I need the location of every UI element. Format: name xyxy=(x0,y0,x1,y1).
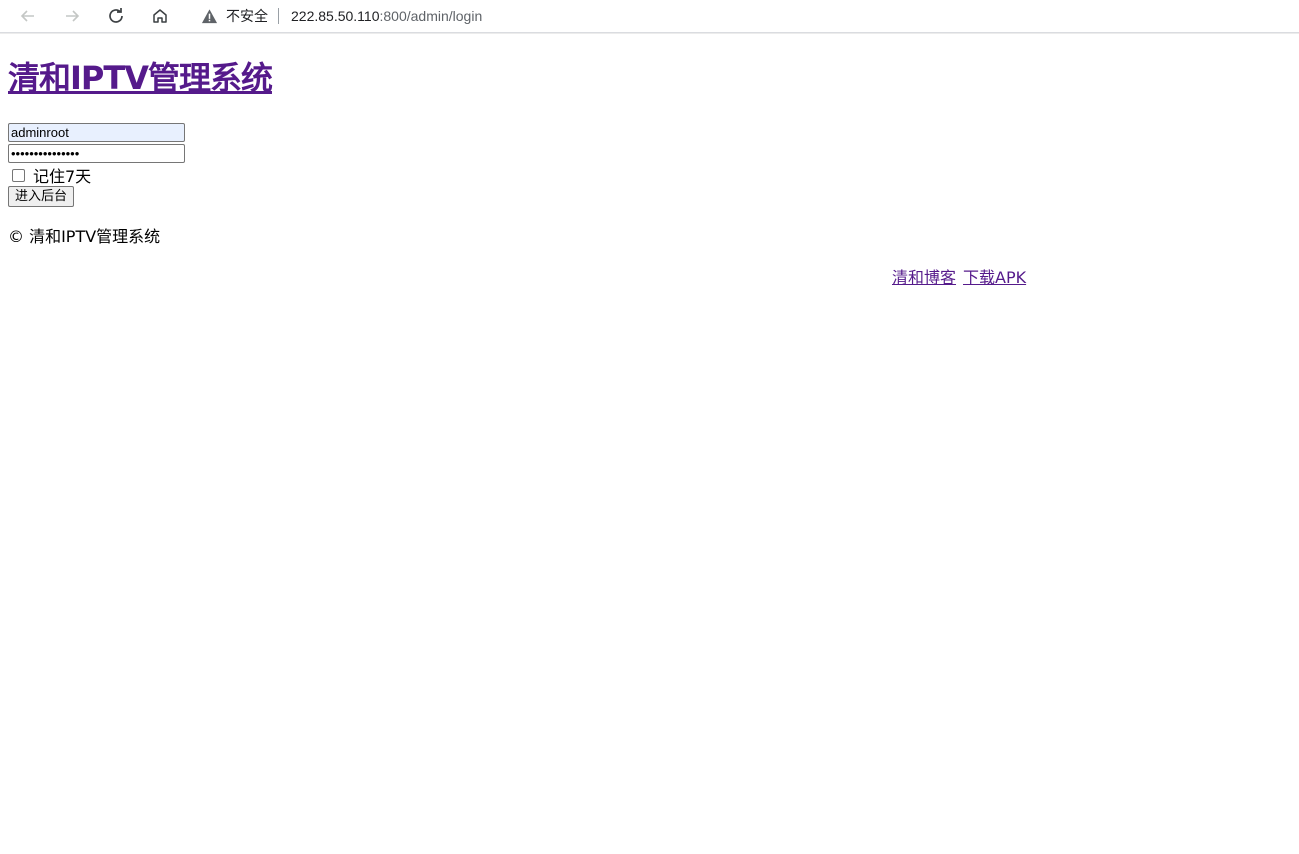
insecure-label[interactable]: 不安全 xyxy=(226,6,268,26)
submit-button[interactable]: 进入后台 xyxy=(8,186,75,207)
footer-copyright: © 清和IPTV管理系统 xyxy=(8,227,161,246)
reload-button[interactable] xyxy=(102,2,130,30)
reload-icon xyxy=(109,8,123,23)
footer-links: 清和博客 下载APK xyxy=(892,264,1033,288)
address-separator xyxy=(278,8,279,24)
address-bar[interactable]: 不安全 222.85.50.110:800/admin/login xyxy=(190,0,1299,32)
home-icon xyxy=(153,9,167,23)
page-title: 清和IPTV管理系统 xyxy=(8,59,1291,97)
remember-checkbox[interactable] xyxy=(12,168,25,182)
download-apk-link[interactable]: 下载APK xyxy=(963,268,1026,287)
forward-button[interactable] xyxy=(58,2,86,30)
home-button[interactable] xyxy=(146,2,174,30)
remember-row: 记住7天 xyxy=(8,163,1291,187)
warning-icon[interactable] xyxy=(201,8,218,25)
arrow-right-icon xyxy=(66,10,80,22)
url-host[interactable]: 222.85.50.110 xyxy=(291,8,380,24)
password-input[interactable] xyxy=(8,144,185,163)
remember-label[interactable]: 记住7天 xyxy=(33,163,91,187)
login-form: 记住7天 进入后台 xyxy=(8,123,1291,207)
back-button[interactable] xyxy=(14,2,42,30)
url-path[interactable]: :800/admin/login xyxy=(380,8,483,24)
arrow-left-icon xyxy=(20,10,34,22)
page-content: 清和IPTV管理系统 记住7天 进入后台 © 清和IPTV管理系统 xyxy=(0,59,1299,247)
username-input[interactable] xyxy=(8,123,185,142)
blog-link[interactable]: 清和博客 xyxy=(892,268,956,287)
browser-toolbar: 不安全 222.85.50.110:800/admin/login xyxy=(0,0,1299,33)
page-title-link[interactable]: 清和IPTV管理系统 xyxy=(8,59,273,97)
